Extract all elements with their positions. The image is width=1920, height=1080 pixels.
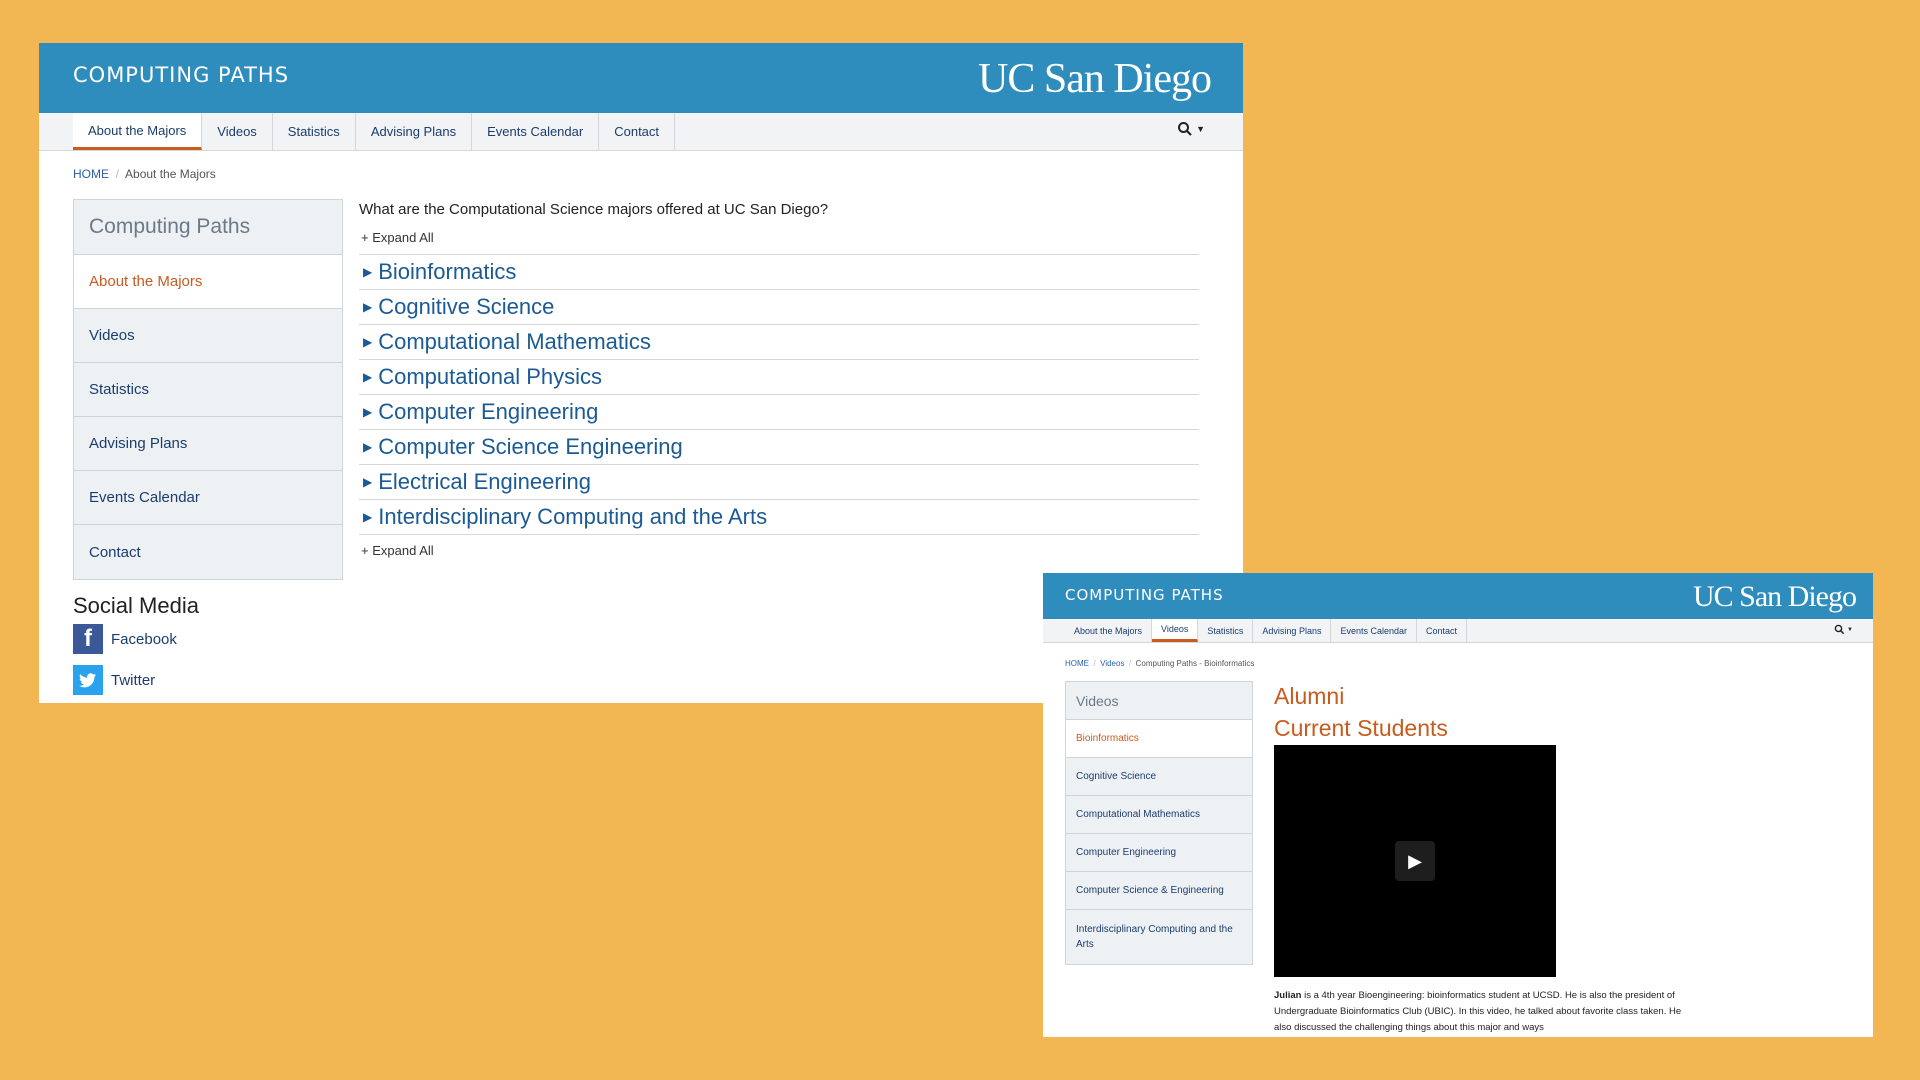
top-nav: About the Majors Videos Statistics Advis…	[1043, 619, 1873, 643]
video-player[interactable]: ▶	[1274, 745, 1556, 977]
ucsd-logo[interactable]: UC San Diego	[978, 55, 1212, 103]
nav-contact[interactable]: Contact	[599, 113, 676, 150]
breadcrumb-videos[interactable]: Videos	[1100, 659, 1124, 668]
nav-advising-plans[interactable]: Advising Plans	[356, 113, 473, 150]
accordion-label: Computer Science Engineering	[378, 434, 683, 459]
expand-all-button[interactable]: + Expand All	[361, 230, 434, 245]
caret-right-icon: ▶	[363, 440, 373, 454]
description-text: is a 4th year Bioengineering: bioinforma…	[1274, 990, 1682, 1033]
twitter-label: Twitter	[111, 671, 156, 689]
caret-right-icon: ▶	[363, 300, 373, 314]
top-nav: About the Majors Videos Statistics Advis…	[39, 113, 1243, 151]
accordion-label: Computational Physics	[378, 364, 603, 389]
search-toggle[interactable]: ▼	[1177, 121, 1205, 137]
expand-all-button-bottom[interactable]: + Expand All	[361, 543, 434, 558]
sidebar-item-videos[interactable]: Videos	[74, 309, 342, 363]
sidebar-item-interdisciplinary-computing[interactable]: Interdisciplinary Computing and the Arts	[1066, 910, 1252, 964]
facebook-icon: f	[73, 624, 103, 654]
accordion-label: Computational Mathematics	[378, 329, 651, 354]
breadcrumb: HOME / About the Majors	[73, 167, 216, 181]
chevron-down-icon: ▼	[1196, 124, 1205, 134]
nav-statistics[interactable]: Statistics	[1198, 619, 1254, 642]
breadcrumb-separator: /	[1128, 659, 1132, 668]
nav-events-calendar[interactable]: Events Calendar	[472, 113, 600, 150]
social-media-heading: Social Media	[73, 593, 199, 618]
twitter-link[interactable]: Twitter	[73, 665, 155, 695]
site-title[interactable]: COMPUTING PATHS	[1065, 586, 1224, 604]
majors-question: What are the Computational Science major…	[359, 201, 829, 218]
accordion-item-computational-physics[interactable]: ▶ Computational Physics	[359, 360, 1199, 395]
accordion-item-computational-mathematics[interactable]: ▶ Computational Mathematics	[359, 325, 1199, 360]
alumni-link[interactable]: Alumni	[1274, 680, 1448, 712]
student-name: Julian	[1274, 990, 1302, 1001]
sidebar-heading[interactable]: Videos	[1066, 682, 1252, 720]
accordion-item-computer-engineering[interactable]: ▶ Computer Engineering	[359, 395, 1199, 430]
majors-accordion: ▶ Bioinformatics ▶ Cognitive Science ▶ Comp…	[359, 254, 1199, 535]
video-description: Julian is a 4th year Bioengineering: bio…	[1274, 988, 1699, 1036]
caret-right-icon: ▶	[363, 510, 373, 524]
breadcrumb-home[interactable]: HOME	[73, 167, 109, 181]
breadcrumb-current: Computing Paths - Bioinformatics	[1135, 659, 1255, 668]
accordion-item-computer-science-engineering[interactable]: ▶ Computer Science Engineering	[359, 430, 1199, 465]
facebook-label: Facebook	[111, 630, 177, 648]
nav-about-majors[interactable]: About the Majors	[1065, 619, 1153, 642]
search-toggle[interactable]: ▼	[1834, 624, 1853, 635]
site-title[interactable]: COMPUTING PATHS	[73, 63, 289, 87]
caret-right-icon: ▶	[363, 335, 373, 349]
ucsd-logo[interactable]: UC San Diego	[1693, 580, 1857, 614]
nav-videos[interactable]: Videos	[1152, 619, 1199, 642]
breadcrumb-separator: /	[1093, 659, 1096, 668]
breadcrumb-separator: /	[115, 167, 120, 181]
sidebar-item-cognitive-science[interactable]: Cognitive Science	[1066, 758, 1252, 796]
play-button[interactable]: ▶	[1395, 841, 1435, 881]
breadcrumb-home[interactable]: HOME	[1065, 659, 1089, 668]
video-category-headings: Alumni Current Students	[1274, 680, 1448, 744]
sidebar-item-computational-mathematics[interactable]: Computational Mathematics	[1066, 796, 1252, 834]
nav-contact[interactable]: Contact	[1417, 619, 1468, 642]
twitter-icon	[73, 665, 103, 695]
facebook-link[interactable]: f Facebook	[73, 624, 177, 654]
sidebar-heading[interactable]: Computing Paths	[74, 200, 342, 255]
sidebar-item-computer-science-engineering[interactable]: Computer Science & Engineering	[1066, 872, 1252, 910]
caret-right-icon: ▶	[363, 405, 373, 419]
sidebar-nav: Videos Bioinformatics Cognitive Science …	[1065, 681, 1253, 965]
accordion-item-interdisciplinary-computing[interactable]: ▶ Interdisciplinary Computing and the Art…	[359, 500, 1199, 535]
caret-right-icon: ▶	[363, 475, 373, 489]
nav-statistics[interactable]: Statistics	[273, 113, 356, 150]
sidebar-item-computer-engineering[interactable]: Computer Engineering	[1066, 834, 1252, 872]
accordion-item-bioinformatics[interactable]: ▶ Bioinformatics	[359, 255, 1199, 290]
nav-videos[interactable]: Videos	[202, 113, 273, 150]
sidebar-item-about-majors[interactable]: About the Majors	[74, 255, 342, 309]
nav-events-calendar[interactable]: Events Calendar	[1331, 619, 1418, 642]
current-students-link[interactable]: Current Students	[1274, 712, 1448, 744]
nav-about-majors[interactable]: About the Majors	[73, 113, 203, 150]
caret-right-icon: ▶	[363, 265, 373, 279]
accordion-label: Electrical Engineering	[378, 469, 592, 494]
videos-screenshot: COMPUTING PATHS UC San Diego About the M…	[1043, 573, 1873, 1037]
sidebar-item-contact[interactable]: Contact	[74, 525, 342, 579]
accordion-item-cognitive-science[interactable]: ▶ Cognitive Science	[359, 290, 1199, 325]
chevron-down-icon: ▼	[1847, 626, 1853, 633]
search-icon	[1834, 624, 1845, 635]
sidebar-nav: Computing Paths About the Majors Videos …	[73, 199, 343, 580]
sidebar-item-statistics[interactable]: Statistics	[74, 363, 342, 417]
sidebar-item-advising-plans[interactable]: Advising Plans	[74, 417, 342, 471]
caret-right-icon: ▶	[363, 370, 373, 384]
sidebar-item-events-calendar[interactable]: Events Calendar	[74, 471, 342, 525]
site-banner: COMPUTING PATHS UC San Diego	[39, 43, 1243, 113]
accordion-label: Interdisciplinary Computing and the Arts	[378, 504, 768, 529]
sidebar-item-bioinformatics[interactable]: Bioinformatics	[1066, 720, 1252, 758]
accordion-label: Bioinformatics	[378, 259, 517, 284]
nav-advising-plans[interactable]: Advising Plans	[1253, 619, 1332, 642]
search-icon	[1178, 122, 1192, 136]
play-icon: ▶	[1408, 850, 1422, 871]
breadcrumb-current: About the Majors	[125, 167, 216, 181]
breadcrumb: HOME / Videos / Computing Paths - Bioinf…	[1065, 659, 1254, 668]
site-banner: COMPUTING PATHS UC San Diego	[1043, 573, 1873, 619]
accordion-item-electrical-engineering[interactable]: ▶ Electrical Engineering	[359, 465, 1199, 500]
accordion-label: Computer Engineering	[378, 399, 599, 424]
accordion-label: Cognitive Science	[378, 294, 555, 319]
